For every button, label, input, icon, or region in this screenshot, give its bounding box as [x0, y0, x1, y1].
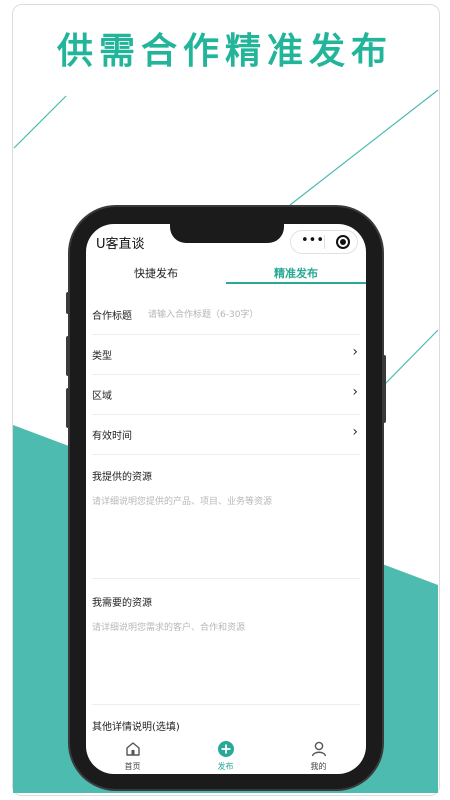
deco-line-2 [289, 89, 439, 206]
form-row-title[interactable]: 合作标题 请输入合作标题（6-30字） [92, 294, 360, 335]
chevron-right-icon: › [352, 424, 358, 440]
type-label: 类型 [92, 351, 112, 362]
more-icon[interactable]: ••• [301, 233, 324, 248]
deco-line-1 [13, 95, 67, 149]
user-icon [311, 741, 327, 757]
phone-volume-up [66, 336, 70, 376]
capsule-divider [324, 235, 325, 249]
add-circle-icon [218, 741, 234, 757]
home-icon [126, 742, 140, 756]
provide-resources-label: 我提供的资源 [92, 472, 152, 483]
bottom-tab-bar: 首页 发布 我的 [86, 738, 366, 774]
provide-resources-textarea[interactable]: 请详细说明您提供的产品、项目、业务等资源 [92, 494, 272, 507]
other-details-label[interactable]: 其他详情说明(选填) [92, 718, 180, 733]
tabbar-label-home: 首页 [124, 762, 141, 771]
phone-notch [170, 221, 284, 243]
need-resources-textarea[interactable]: 请详细说明您需求的客户、合作和资源 [92, 620, 245, 633]
promo-headline: 供需合作精准发布 [56, 30, 393, 72]
form-row-type[interactable]: 类型 › [92, 334, 360, 375]
active-tab-indicator [226, 282, 366, 284]
phone-side-button [66, 292, 70, 314]
tabbar-label-mine: 我的 [310, 762, 327, 771]
app-title: U客直谈 [96, 237, 145, 252]
section-divider [92, 704, 360, 705]
title-label: 合作标题 [92, 311, 132, 322]
form-row-validity[interactable]: 有效时间 › [92, 414, 360, 455]
phone-volume-down [66, 388, 70, 428]
form-row-region[interactable]: 区域 › [92, 374, 360, 415]
deco-line-3 [383, 329, 439, 386]
phone-power-button [382, 355, 386, 423]
region-label: 区域 [92, 391, 112, 402]
section-divider [92, 578, 360, 579]
tab-quick-publish[interactable]: 快捷发布 [86, 265, 226, 281]
chevron-right-icon: › [352, 384, 358, 400]
tabbar-label-publish: 发布 [217, 762, 234, 771]
need-resources-label: 我需要的资源 [92, 598, 152, 609]
chevron-right-icon: › [352, 344, 358, 360]
title-input[interactable]: 请输入合作标题（6-30字） [148, 307, 258, 320]
close-target-icon[interactable] [336, 235, 350, 249]
tab-precise-publish[interactable]: 精准发布 [226, 265, 366, 281]
mini-program-capsule: ••• [290, 230, 358, 254]
validity-label: 有效时间 [92, 431, 132, 442]
